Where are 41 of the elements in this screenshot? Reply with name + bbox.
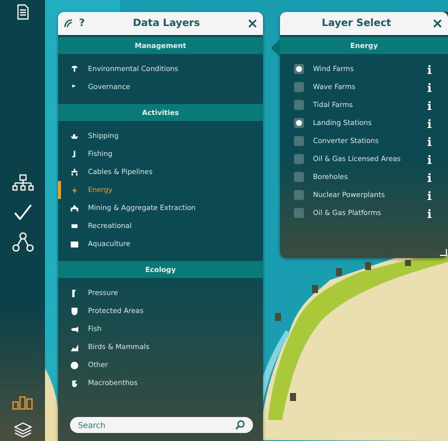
info-icon[interactable]	[427, 208, 432, 218]
help-button[interactable]: ?	[79, 18, 85, 29]
layer-checkbox[interactable]	[294, 172, 304, 182]
close-icon[interactable]	[248, 19, 257, 28]
layer-checkbox[interactable]	[294, 100, 304, 110]
close-icon[interactable]	[433, 19, 442, 28]
panel-title: Layer Select	[320, 18, 392, 29]
info-icon[interactable]	[427, 82, 432, 92]
category-icon	[70, 186, 79, 194]
info-icon[interactable]	[427, 172, 432, 182]
bar-chart-icon[interactable]	[12, 394, 34, 410]
corner-icon[interactable]	[64, 19, 73, 28]
panel-title: Data Layers	[132, 18, 201, 29]
layer-checkbox[interactable]	[294, 118, 304, 128]
resize-icon[interactable]	[440, 249, 447, 256]
category-icon	[70, 168, 79, 176]
layer-checkbox[interactable]	[294, 154, 304, 164]
category-icon	[70, 222, 79, 230]
layer-checkbox[interactable]	[294, 82, 304, 92]
document-icon[interactable]	[16, 4, 28, 20]
category-icon	[70, 64, 79, 74]
info-icon[interactable]	[427, 190, 432, 200]
hierarchy-icon[interactable]	[12, 174, 34, 192]
search-field[interactable]: Search	[70, 417, 253, 433]
nodes-icon[interactable]	[12, 232, 34, 252]
info-icon[interactable]	[427, 64, 432, 74]
layer-checkbox[interactable]	[294, 64, 304, 74]
search-icon[interactable]	[235, 420, 245, 430]
layer-checkbox[interactable]	[294, 136, 304, 146]
layers-icon[interactable]	[12, 422, 32, 438]
category-icon	[70, 204, 79, 212]
layer-checkbox[interactable]	[294, 208, 304, 218]
category-icon	[70, 132, 79, 140]
checkmark-icon[interactable]	[14, 204, 32, 220]
category-icon	[70, 240, 79, 248]
pointer-icon	[271, 39, 280, 57]
layer-checkbox[interactable]	[294, 190, 304, 200]
info-icon[interactable]	[427, 100, 432, 110]
info-icon[interactable]	[427, 136, 432, 146]
info-icon[interactable]	[427, 154, 432, 164]
info-icon[interactable]	[427, 118, 432, 128]
